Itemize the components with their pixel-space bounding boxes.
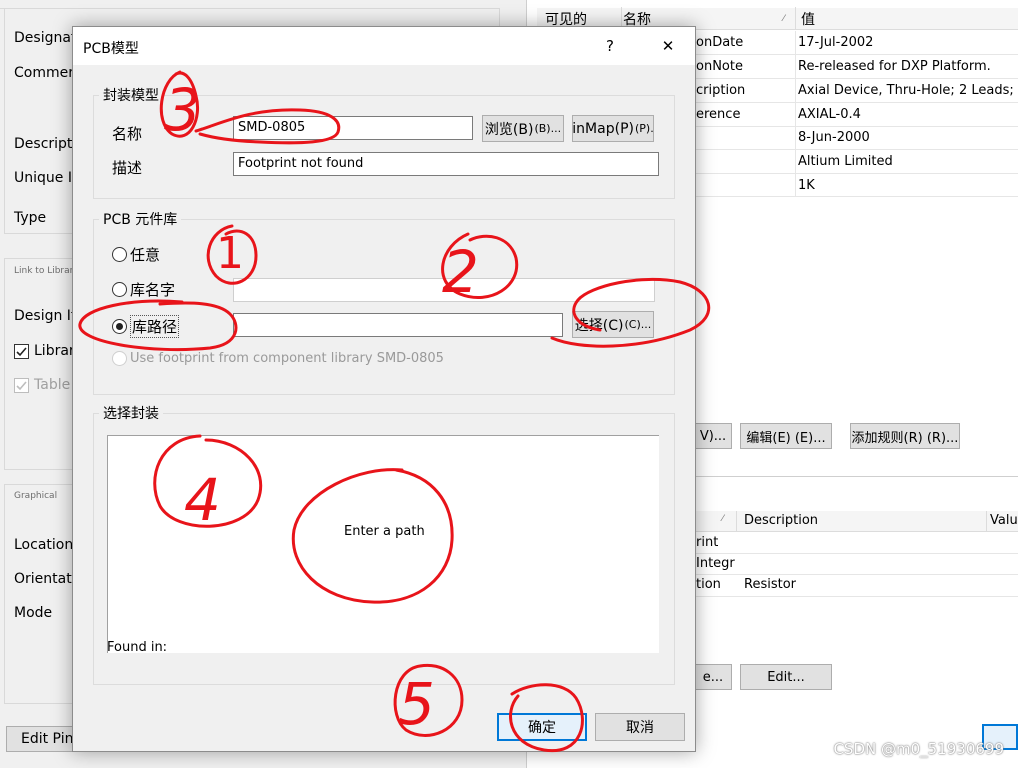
footprint-model-group: 封装模型 名称 SMD-0805 浏览(B) (B)... inMap(P) (P)…	[93, 85, 675, 199]
param-value: 8-Jun-2000	[798, 130, 870, 145]
add-rule-button[interactable]: 添加规则(R) (R)...	[850, 423, 960, 449]
column-value[interactable]: 值	[801, 9, 815, 29]
model-description: Resistor	[744, 577, 796, 592]
choose-accelerator: (C)...	[624, 318, 652, 331]
radio-button[interactable]	[112, 282, 127, 297]
use-footprint-label: Use footprint from component library SMD…	[130, 351, 444, 366]
radio-any-label: 任意	[130, 246, 161, 264]
library-checkbox-label: Librar	[34, 343, 75, 359]
ok-button[interactable]: 确定	[497, 713, 587, 741]
comment-label: Commer	[14, 65, 74, 81]
close-icon[interactable]: ✕	[653, 31, 683, 61]
name-label: 名称	[112, 125, 143, 143]
column-description[interactable]: Description	[744, 513, 818, 528]
pin-map-label: inMap(P)	[572, 120, 634, 137]
param-value: 1K	[798, 178, 815, 193]
check-icon	[16, 381, 27, 391]
pcb-model-dialog: PCB模型 ? ✕ 封装模型 名称 SMD-0805 浏览(B) (B)... i…	[72, 26, 696, 752]
param-value: Re-released for DXP Platform.	[798, 59, 991, 74]
param-name: onNote	[696, 59, 743, 74]
browse-label: 浏览(B)	[484, 121, 534, 138]
cancel-button[interactable]: 取消	[595, 713, 685, 741]
pin-map-button[interactable]: inMap(P) (P).	[572, 115, 654, 142]
designator-label: Designat	[14, 30, 77, 46]
radio-library-path-label: 库路径	[130, 315, 180, 338]
sort-icon: ⁄	[783, 13, 785, 24]
table-checkbox[interactable]	[14, 378, 29, 393]
param-name: erence	[696, 107, 741, 122]
radio-library-name[interactable]: 库名字	[112, 279, 175, 300]
browse-button[interactable]: 浏览(B) (B)...	[482, 115, 564, 142]
type-label: Type	[14, 210, 47, 226]
preview-placeholder: Enter a path	[344, 524, 425, 539]
unique-id-label: Unique I	[14, 170, 72, 186]
radio-library-path[interactable]: 库路径	[112, 315, 180, 338]
footprint-name-input[interactable]: SMD-0805	[233, 116, 473, 140]
model-name: tion	[696, 577, 721, 592]
table-checkbox-label: Table	[34, 377, 71, 393]
edit-parameter-button[interactable]: 编辑(E) (E)...	[740, 423, 832, 449]
titlebar: PCB模型 ? ✕	[73, 27, 695, 65]
pcb-library-group: PCB 元件库 任意 库名字 库路径 选择(C) (C)... Use footp…	[93, 209, 675, 395]
library-name-input[interactable]	[233, 278, 655, 302]
radio-library-name-label: 库名字	[130, 281, 176, 299]
choose-label: 选择(C)	[574, 317, 624, 334]
help-button[interactable]: ?	[595, 31, 625, 61]
choose-button[interactable]: 选择(C) (C)...	[572, 311, 654, 338]
radio-use-footprint[interactable]: Use footprint from component library SMD…	[112, 351, 444, 366]
radio-any[interactable]: 任意	[112, 244, 160, 265]
select-footprint-title: 选择封装	[99, 403, 163, 423]
watermark: CSDN @m0_51930699	[833, 740, 1004, 758]
pcb-library-title: PCB 元件库	[99, 209, 182, 229]
radio-button[interactable]	[112, 247, 127, 262]
location-label: Location	[14, 537, 74, 553]
model-name: Integr	[696, 556, 735, 571]
param-value: AXIAL-0.4	[798, 107, 861, 122]
radio-button[interactable]	[112, 351, 127, 366]
library-path-input[interactable]	[233, 313, 563, 337]
models-header: ⁄ Description Valu	[694, 511, 1018, 532]
description-label: Descripti	[14, 136, 77, 152]
design-item-label: Design It	[14, 308, 77, 324]
description-label: 描述	[112, 159, 143, 177]
footprint-description-input[interactable]: Footprint not found	[233, 152, 659, 176]
library-checkbox[interactable]	[14, 344, 29, 359]
mode-label: Mode	[14, 605, 53, 621]
footprint-preview[interactable]: Enter a path	[107, 435, 659, 653]
sort-icon: ⁄	[722, 514, 724, 524]
check-icon	[16, 347, 27, 357]
browse-accelerator: (B)...	[534, 122, 562, 135]
footprint-model-title: 封装模型	[99, 85, 163, 105]
model-name: rint	[696, 535, 719, 550]
pin-map-accelerator: (P).	[634, 122, 654, 135]
param-name: cription	[696, 83, 746, 98]
param-name: onDate	[696, 35, 744, 50]
column-value[interactable]: Valu	[990, 513, 1018, 528]
partial-button-v[interactable]: V)...	[694, 423, 732, 449]
param-value: 17-Jul-2002	[798, 35, 874, 50]
param-value: Altium Limited	[798, 154, 893, 169]
found-in-label: Found in:	[107, 640, 168, 655]
orientation-label: Orientati	[14, 571, 76, 587]
dialog-title: PCB模型	[83, 41, 139, 57]
param-value: Axial Device, Thru-Hole; 2 Leads; 0.	[798, 83, 1018, 98]
edit-model-button[interactable]: Edit...	[740, 664, 832, 690]
radio-button-checked[interactable]	[112, 319, 127, 334]
partial-button-e[interactable]: e...	[694, 664, 732, 690]
